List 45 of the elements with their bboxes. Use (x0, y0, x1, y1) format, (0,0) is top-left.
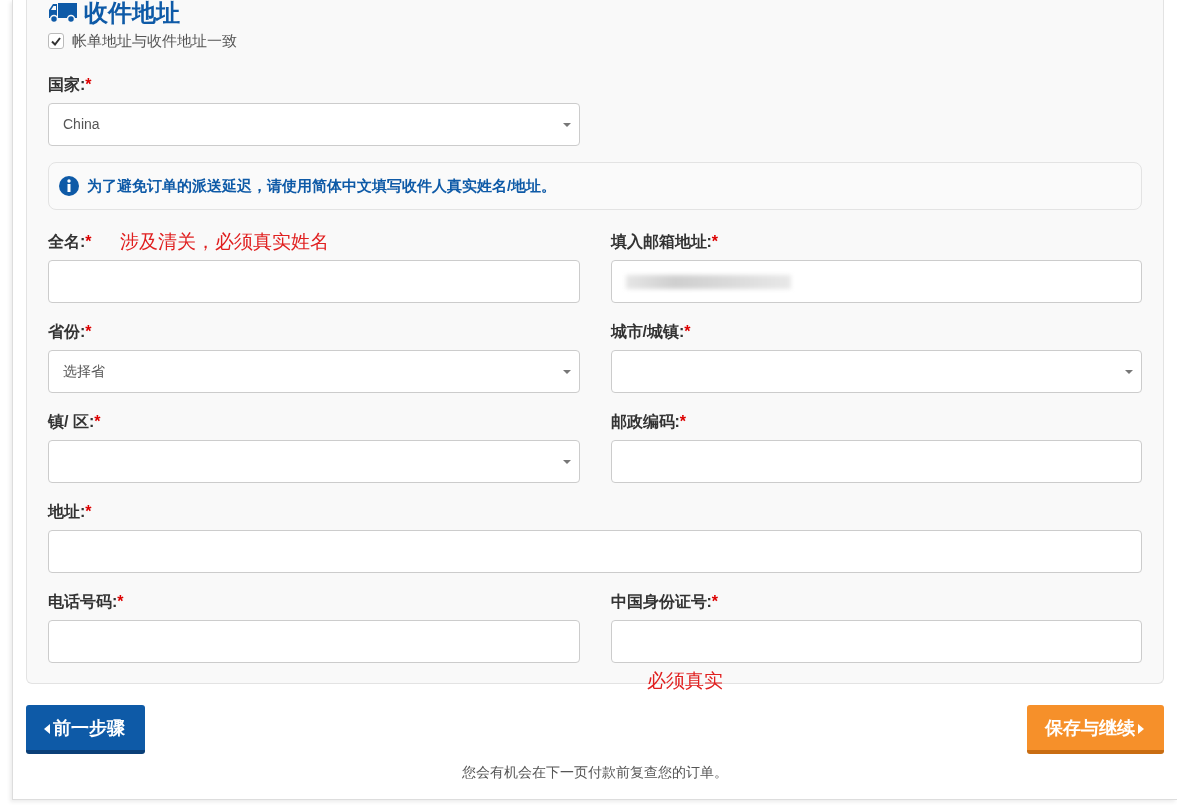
dropdown-arrow-icon (563, 122, 571, 127)
dropdown-arrow-icon (1125, 370, 1133, 374)
required-asterisk: * (85, 503, 92, 520)
info-icon (59, 175, 79, 196)
notice-text: 为了避免订单的派送延迟，请使用简体中文填写收件人真实姓名/地址。 (87, 175, 557, 196)
required-asterisk: * (94, 413, 101, 430)
required-asterisk: * (85, 75, 92, 93)
field-label: 地址: (48, 503, 86, 520)
field-label: 城市/城镇: (610, 323, 685, 340)
field-label: 国家: (48, 75, 86, 93)
field-label: 填入邮箱地址: (610, 233, 712, 250)
field-label: 中国身份证号: (610, 593, 712, 610)
field-label: 省份: (48, 323, 86, 340)
required-asterisk: * (117, 593, 124, 610)
caret-right-icon (1138, 723, 1144, 734)
field-label: 电话号码: (48, 593, 118, 610)
field-label: 邮政编码: (610, 413, 680, 430)
section-title: 收件地址 (84, 0, 180, 26)
input-field[interactable] (48, 530, 1142, 573)
dropdown-arrow-icon (562, 370, 571, 374)
required-asterisk: * (711, 593, 719, 610)
required-asterisk: * (684, 323, 691, 340)
back-button[interactable]: 前一步骤 (26, 705, 145, 754)
input-field[interactable] (610, 440, 1142, 483)
checkbox[interactable] (48, 33, 64, 50)
dropdown[interactable] (610, 350, 1142, 393)
dropdown[interactable]: 选择省 (48, 350, 580, 393)
dropdown-arrow-icon (562, 460, 571, 464)
input-field[interactable] (610, 620, 1142, 663)
checkbox-label: 帐单地址与收件地址一致 (72, 31, 237, 51)
required-asterisk: * (711, 233, 719, 250)
required-asterisk: * (85, 233, 92, 250)
caret-left-icon (44, 723, 50, 734)
field-label: 全名: (48, 233, 86, 250)
input-field[interactable] (48, 620, 580, 663)
dropdown[interactable] (48, 440, 580, 483)
input-field[interactable] (610, 260, 1142, 303)
required-asterisk: * (679, 413, 687, 430)
required-asterisk: * (85, 323, 92, 340)
annotation: 必须真实 (646, 669, 723, 693)
field-label: 镇/ 区: (48, 413, 95, 430)
annotation: 涉及清关，必须真实姓名 (120, 230, 329, 254)
dropdown[interactable]: China (48, 102, 580, 146)
input-field[interactable] (48, 260, 580, 303)
footer-note: 您会有机会在下一页付款前复查您的订单。 (462, 764, 728, 780)
